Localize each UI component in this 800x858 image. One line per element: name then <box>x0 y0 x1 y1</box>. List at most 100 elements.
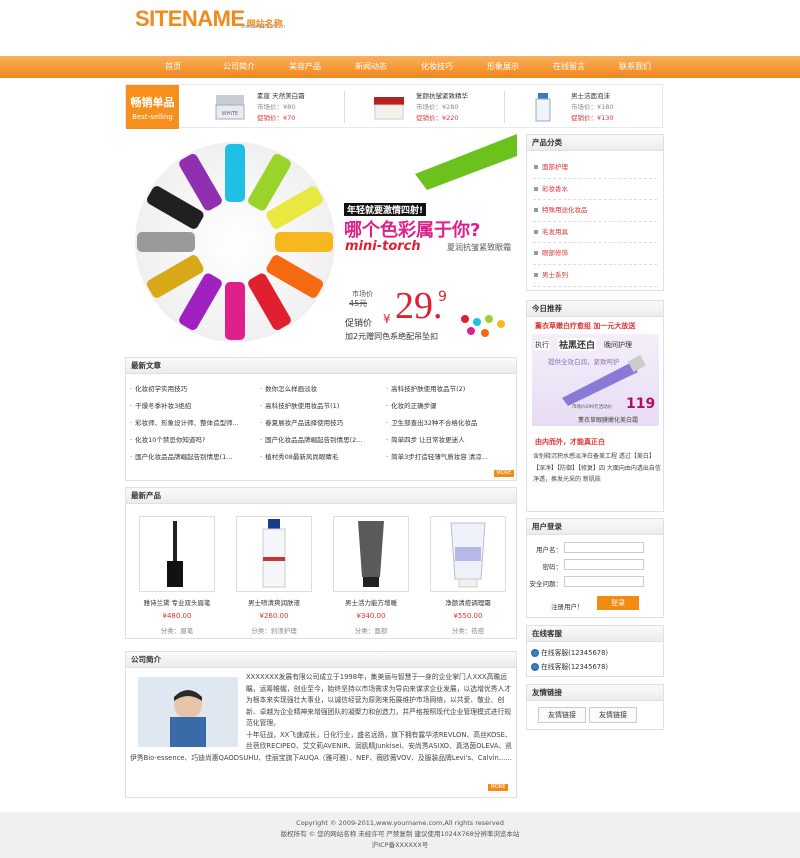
site-logo[interactable]: SITENAME 网站名称 www.sitename.cn <box>135 8 285 31</box>
recommend-headline[interactable]: 薰衣草嫩白疗愈组 加一元大放送 <box>535 321 635 331</box>
category-list: 面部护理 彩妆香水 特殊用途化妆品 毛发用具 眼部修饰 男士系列 <box>527 151 663 287</box>
nav-home[interactable]: 首页 <box>140 56 206 78</box>
news-item[interactable]: 化妆10个禁忌你知道吗? <box>130 434 250 444</box>
footer: Copyright © 2009-2011,www.yourname.com,A… <box>0 812 800 858</box>
category-item[interactable]: 面部护理 <box>533 157 657 179</box>
service-item[interactable]: 在线客服(12345678) <box>531 661 608 671</box>
banner-market-price: 45元 <box>349 299 368 308</box>
news-item[interactable]: 高科技护肤使用妆品节(2) <box>386 383 506 393</box>
news-item[interactable]: 植村秀08最新风尚眼睛毛 <box>260 451 380 461</box>
product-name[interactable]: 男士喷清爽润肤液 <box>236 597 312 607</box>
news-item[interactable]: 春夏展妆产品选择使用技巧 <box>260 417 380 427</box>
product-card[interactable]: 雅诗兰黛 专业双头眉笔 ¥480.00 分类：眉笔 <box>139 516 215 635</box>
product-price: ¥550.00 <box>453 612 483 620</box>
news-item[interactable]: 高科技护肤使用妆品节(1) <box>260 400 380 410</box>
product-category: 分类：祛痘 <box>451 627 485 635</box>
links-title: 友情链接 <box>527 685 663 701</box>
header: SITENAME 网站名称 www.sitename.cn <box>0 0 800 56</box>
links-box: 友情链接 友情链接 友情链接 <box>526 684 664 730</box>
recommend-box: 今日推荐 薰衣草嫩白疗愈组 加一元大放送 执行 祛黑还白 晚间护理 提供全效白润… <box>526 300 664 512</box>
username-input[interactable] <box>564 542 644 553</box>
category-item[interactable]: 特殊用途化妆品 <box>533 200 657 222</box>
nav-news[interactable]: 新闻动态 <box>338 56 404 78</box>
foam-bottle-image <box>535 93 551 122</box>
nav-contact[interactable]: 联系我们 <box>602 56 668 78</box>
ad-name: 薰衣草眼膜嫩化美白霜 <box>578 417 639 424</box>
category-item[interactable]: 毛发用具 <box>533 222 657 244</box>
product-category: 分类：眉笔 <box>160 627 194 635</box>
bestseller-name[interactable]: 男士洁面泡沫 <box>571 91 661 102</box>
divider <box>344 91 345 123</box>
news-item[interactable]: 卫生部查出32种不合格化妆品 <box>386 417 506 427</box>
divider <box>504 91 505 123</box>
register-link[interactable]: 注册用户！ <box>551 601 584 611</box>
news-item[interactable]: 干燥冬季补妆3绝招 <box>130 400 250 410</box>
security-question-input[interactable] <box>564 576 644 587</box>
product-name[interactable]: 雅诗兰黛 专业双头眉笔 <box>139 597 215 607</box>
login-button[interactable]: 登录 <box>597 596 639 610</box>
cream-tube-image <box>450 522 486 588</box>
about-more-button[interactable]: MORE <box>488 784 508 791</box>
recommend-desc: 含别释沉积水感淡净白备美工程 透过【美白】【深净】【防御】【修复】四 大面向由内… <box>533 453 661 483</box>
news-item[interactable]: 国产化妆品品牌崛起告别情思(1... <box>130 451 250 461</box>
about-text: XXXXXXX发展有限公司成立于1998年，集美丽与智慧于一身的企业掌门人XXX… <box>130 672 514 764</box>
nav-gallery[interactable]: 形象展示 <box>470 56 536 78</box>
news-item[interactable]: 国产化妆品品牌崛起告别情思(2... <box>260 434 380 444</box>
news-item[interactable]: 数你怎么样画淡妆 <box>260 383 380 393</box>
ad-tag3: 晚间护理 <box>604 341 632 349</box>
friend-link[interactable]: 友情链接 <box>538 707 586 723</box>
product-image[interactable] <box>139 516 215 592</box>
svg-text:WHITE: WHITE <box>222 111 238 117</box>
tube-image <box>358 521 384 587</box>
password-input[interactable] <box>564 559 644 570</box>
news-box: 最新文章 化妆初学实用技巧 数你怎么样画淡妆 高科技护肤使用妆品节(2) 干燥冬… <box>125 357 517 481</box>
product-price: ¥260.00 <box>259 612 289 620</box>
service-item[interactable]: 在线客服(12345678) <box>531 647 608 657</box>
red-jar-image <box>374 97 404 120</box>
ad-tag2: 祛黑还白 <box>558 338 597 351</box>
category-item[interactable]: 男士系列 <box>533 265 657 287</box>
username-label: 用户名： <box>536 546 562 554</box>
banner-gift: 加2元赠同色系绝配吊坠扣 <box>345 332 439 341</box>
nav-products[interactable]: 美容产品 <box>272 56 338 78</box>
footer-icp: 沪ICP备XXXXXX号 <box>371 841 429 849</box>
product-card[interactable]: 男士活力能方增暖 ¥340.00 分类：面部 <box>333 516 409 635</box>
ad-price: 119 <box>626 396 656 412</box>
bestseller-name[interactable]: 素崖 天然美白霜 <box>257 91 347 102</box>
product-card[interactable]: 净颜清痘调理霜 ¥550.00 分类：祛痘 <box>430 516 506 635</box>
bestsellers-title: 畅销单品 <box>130 96 175 109</box>
product-price: ¥340.00 <box>356 612 386 620</box>
news-item[interactable]: 化妆的正确步骤 <box>386 400 506 410</box>
login-title: 用户登录 <box>527 519 663 535</box>
product-image[interactable] <box>333 516 409 592</box>
nav-about[interactable]: 公司简介 <box>206 56 272 78</box>
service-title: 在线客服 <box>527 626 663 642</box>
recommend-ad[interactable]: 执行 祛黑还白 晚间护理 提供全效白润，紧致呵护 市场价299元活动价 119 … <box>532 334 659 426</box>
category-item[interactable]: 彩妆香水 <box>533 179 657 201</box>
product-card[interactable]: 男士喷清爽润肤液 ¥260.00 分类：刹须护理 <box>236 516 312 635</box>
product-name[interactable]: 男士活力能方增暖 <box>333 597 409 607</box>
product-category: 分类：刹须护理 <box>251 627 297 635</box>
bestseller-name[interactable]: 复颜抗皱紧致精华 <box>416 91 506 102</box>
banner-brand: mini-torch <box>345 239 421 254</box>
friend-link[interactable]: 友情链接 <box>589 707 637 723</box>
product-image[interactable] <box>236 516 312 592</box>
product-image[interactable] <box>430 516 506 592</box>
promo-banner[interactable]: 每周限期限时抢 年轻就要激情四射! 哪个色彩属于你? mini-torch 夏润… <box>125 134 517 354</box>
about-photo <box>138 677 238 747</box>
news-item[interactable]: 彩妆师、形象设计师、整体造型师... <box>130 417 250 427</box>
about-box: 公司简介 XXXXXXX发展有限公司成立于1998年，集美丽与智慧于一身的企业掌… <box>125 651 517 798</box>
bestseller-sale-price: 促销价：¥220 <box>416 114 459 122</box>
product-name[interactable]: 净颜清痘调理霜 <box>430 597 506 607</box>
bestsellers-bar: 畅销单品 Best-selling WHITE 素崖 天然美白霜 市场价：¥80… <box>125 84 663 129</box>
bestseller-sale-price: 促销价：¥70 <box>257 114 296 122</box>
news-item[interactable]: 化妆初学实用技巧 <box>130 383 250 393</box>
nav-tips[interactable]: 化妆技巧 <box>404 56 470 78</box>
category-item[interactable]: 眼部修饰 <box>533 243 657 265</box>
news-more-button[interactable]: MORE <box>494 470 514 477</box>
banner-sale-label: 促销价 <box>345 319 373 329</box>
nav-message[interactable]: 在线留言 <box>536 56 602 78</box>
news-item[interactable]: 简单四步 让日常妆更迷人 <box>386 434 506 444</box>
bestseller-market-price: 市场价：¥80 <box>257 103 296 111</box>
news-item[interactable]: 简单3步打造轻薄气质妆容 清凉... <box>386 451 506 461</box>
